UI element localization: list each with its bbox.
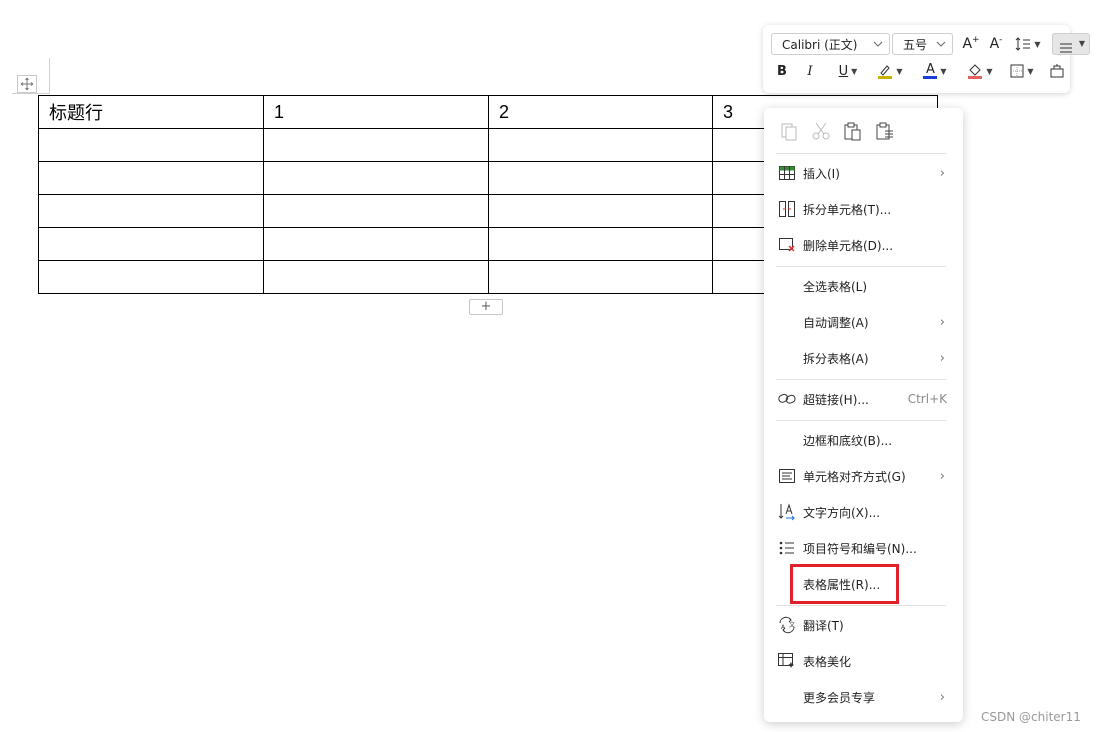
table-cell[interactable] bbox=[263, 194, 489, 228]
font-color-button[interactable]: A ▼ bbox=[920, 60, 950, 82]
table-cell[interactable] bbox=[38, 260, 264, 294]
table-cell[interactable]: 2 bbox=[488, 95, 713, 129]
table-cell[interactable]: 1 bbox=[263, 95, 489, 129]
italic-icon: I bbox=[807, 63, 813, 79]
table-cell[interactable] bbox=[263, 260, 489, 294]
split-cells-icon bbox=[778, 200, 796, 218]
menu-item-hyperlink[interactable]: 超链接(H)... Ctrl+K bbox=[764, 382, 963, 416]
menu-separator bbox=[776, 266, 946, 267]
menu-separator bbox=[776, 379, 946, 380]
watermark: CSDN @chiter11 bbox=[981, 710, 1081, 724]
table-cell[interactable] bbox=[38, 161, 264, 195]
table-move-handle[interactable] bbox=[17, 75, 37, 93]
hyperlink-icon bbox=[778, 390, 796, 408]
chevron-right-icon: › bbox=[939, 689, 945, 705]
chevron-right-icon: › bbox=[939, 468, 945, 484]
table-cell[interactable] bbox=[488, 161, 713, 195]
underline-icon: U bbox=[838, 63, 849, 79]
delete-cells-icon bbox=[778, 236, 796, 254]
menu-item-translate[interactable]: A文 翻译(T) bbox=[764, 608, 963, 642]
highlight-annotation bbox=[790, 564, 899, 604]
menu-item-text-direction[interactable]: 文字方向(X)... bbox=[764, 495, 963, 529]
table-beautify-icon bbox=[778, 652, 796, 670]
svg-text:文: 文 bbox=[789, 621, 795, 629]
font-name-value: Calibri (正文) bbox=[782, 37, 858, 52]
paste-icon[interactable] bbox=[842, 120, 864, 142]
svg-text:A: A bbox=[781, 624, 786, 631]
grow-font-button[interactable]: A + bbox=[961, 33, 981, 55]
eraser-icon bbox=[1050, 64, 1064, 78]
chevron-right-icon: › bbox=[939, 350, 945, 366]
copy-icon[interactable] bbox=[778, 120, 800, 142]
text-direction-icon bbox=[778, 503, 796, 521]
paint-bucket-icon bbox=[968, 64, 983, 79]
page-corner-guide bbox=[12, 93, 50, 94]
clipboard-row bbox=[778, 120, 896, 146]
mini-toolbar: Calibri (正文) 五号 A + A- ▼ B I U ▼ ▼ A ▼ ▼… bbox=[763, 25, 1088, 93]
move-icon bbox=[20, 77, 34, 91]
font-color-icon: A bbox=[925, 61, 935, 77]
menu-item-more-vip[interactable]: 更多会员专享 › bbox=[764, 680, 963, 714]
menu-item-split-table[interactable]: 拆分表格(A) › bbox=[764, 341, 963, 375]
line-spacing-button[interactable]: ▼ bbox=[1013, 33, 1043, 55]
menu-item-bullets-numbering[interactable]: 项目符号和编号(N)... bbox=[764, 531, 963, 565]
bullet-list-icon bbox=[778, 539, 796, 557]
shrink-font-button[interactable]: A- bbox=[986, 33, 1006, 55]
menu-item-cell-alignment[interactable]: 单元格对齐方式(G) › bbox=[764, 459, 963, 493]
chevron-down-icon bbox=[936, 41, 946, 47]
page-corner-guide bbox=[49, 58, 50, 94]
insert-table-icon bbox=[778, 164, 796, 182]
align-button[interactable]: ▼ bbox=[1052, 33, 1090, 55]
cut-icon[interactable] bbox=[810, 120, 832, 142]
chevron-right-icon: › bbox=[939, 165, 945, 181]
borders-button[interactable]: ▼ bbox=[1007, 60, 1037, 82]
table-cell[interactable] bbox=[488, 128, 713, 162]
highlighter-icon bbox=[878, 65, 893, 79]
font-name-select[interactable]: Calibri (正文) bbox=[771, 33, 890, 55]
align-justify-icon bbox=[1060, 43, 1072, 53]
line-spacing-icon bbox=[1016, 37, 1031, 51]
context-menu: 插入(I) › 拆分单元格(T)... 删除单元格(D)... 全选表格(L) … bbox=[764, 108, 963, 722]
menu-item-delete-cells[interactable]: 删除单元格(D)... bbox=[764, 228, 963, 262]
table-cell[interactable] bbox=[263, 128, 489, 162]
menu-separator bbox=[776, 153, 946, 154]
table-cell[interactable] bbox=[488, 260, 713, 294]
menu-item-auto-fit[interactable]: 自动调整(A) › bbox=[764, 305, 963, 339]
menu-item-table-beautify[interactable]: 表格美化 bbox=[764, 644, 963, 678]
underline-button[interactable]: U ▼ bbox=[833, 60, 863, 82]
table-cell[interactable] bbox=[488, 227, 713, 261]
table-cell[interactable]: 标题行 bbox=[38, 95, 264, 129]
shortcut-label: Ctrl+K bbox=[907, 392, 947, 406]
menu-separator bbox=[776, 605, 946, 606]
bold-button[interactable]: B bbox=[773, 60, 791, 82]
grow-font-icon: A bbox=[962, 36, 973, 52]
italic-button[interactable]: I bbox=[801, 60, 819, 82]
table-cell[interactable] bbox=[263, 227, 489, 261]
font-size-value: 五号 bbox=[903, 37, 928, 52]
translate-icon: A文 bbox=[778, 616, 796, 634]
shading-button[interactable]: ▼ bbox=[964, 60, 996, 82]
cell-align-icon bbox=[778, 467, 796, 485]
menu-item-borders-shading[interactable]: 边框和底纹(B)... bbox=[764, 423, 963, 457]
shrink-font-icon: A bbox=[989, 36, 1000, 52]
chevron-down-icon bbox=[873, 41, 883, 47]
bold-icon: B bbox=[777, 63, 787, 79]
table-cell[interactable] bbox=[488, 194, 713, 228]
table-cell[interactable] bbox=[38, 128, 264, 162]
chevron-right-icon: › bbox=[939, 314, 945, 330]
table-cell[interactable] bbox=[38, 227, 264, 261]
paste-text-icon[interactable] bbox=[874, 120, 896, 142]
menu-item-split-cells[interactable]: 拆分单元格(T)... bbox=[764, 192, 963, 226]
add-row-button[interactable]: + bbox=[469, 299, 503, 315]
table-cell[interactable] bbox=[263, 161, 489, 195]
font-size-select[interactable]: 五号 bbox=[892, 33, 953, 55]
border-grid-icon bbox=[1010, 64, 1024, 78]
menu-separator bbox=[776, 420, 946, 421]
highlight-button[interactable]: ▼ bbox=[874, 60, 906, 82]
menu-item-insert[interactable]: 插入(I) › bbox=[764, 156, 963, 190]
menu-item-select-table[interactable]: 全选表格(L) bbox=[764, 269, 963, 303]
eraser-button[interactable] bbox=[1047, 60, 1067, 82]
table-cell[interactable] bbox=[38, 194, 264, 228]
